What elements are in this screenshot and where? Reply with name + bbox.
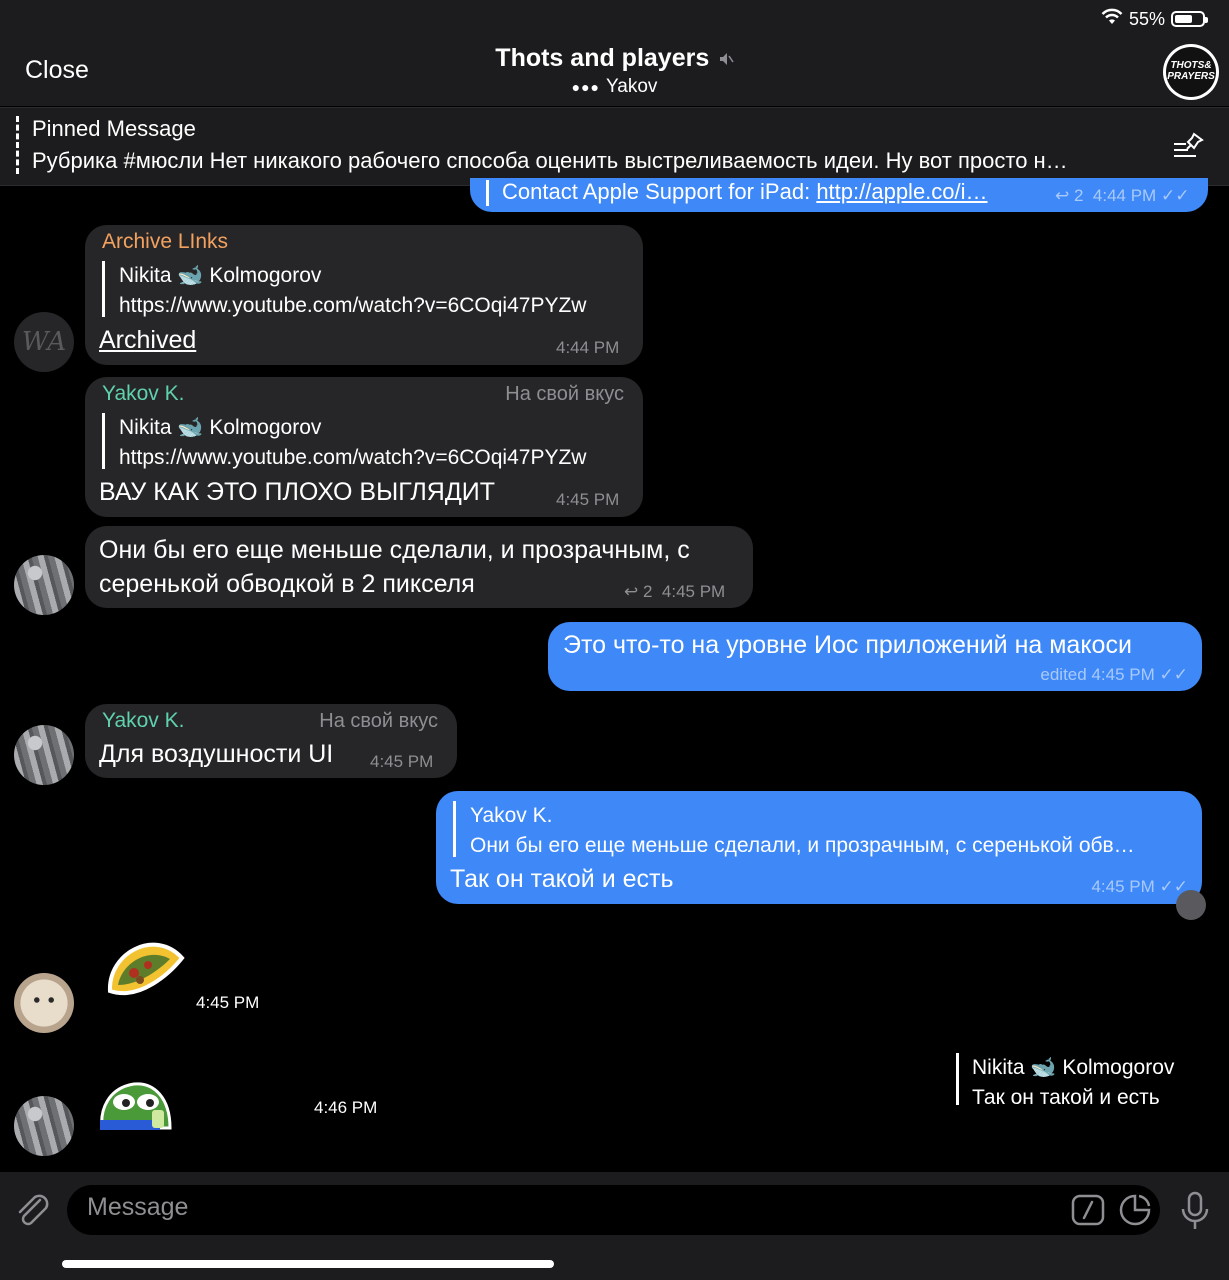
message-time: 4:45 PM [1091,877,1155,896]
scroll-down-icon[interactable] [1176,890,1206,920]
typing-name: Yakov [605,76,658,97]
avatar[interactable] [14,973,74,1033]
pinned-title: Pinned Message [32,116,196,141]
avatar[interactable] [14,555,74,615]
message-bubble-out[interactable]: Contact Apple Support for iPad: http://a… [470,178,1208,212]
sender-rank: На свой вкус [319,710,438,732]
sticker-icon[interactable] [1117,1193,1153,1232]
message-link[interactable]: Archived [99,323,196,357]
message-bubble-out[interactable]: Это что-то на уровне Иос приложений на м… [548,622,1202,691]
avatar-logo-line-2: PRAYERS [1167,71,1215,82]
read-check-icon: ✓✓ [1159,665,1189,684]
sender-name[interactable]: Yakov K. [102,382,184,406]
message-input[interactable] [67,1185,1160,1235]
wifi-icon [1101,8,1123,31]
read-check-icon: ✓✓ [1160,186,1190,205]
message-bubble-in[interactable]: Archive LInks Nikita 🐋 Kolmogorov https:… [85,225,643,365]
message-time: 4:45 PM [370,752,434,771]
message-time: 4:45 PM [196,993,260,1012]
pinned-list-icon[interactable] [1172,130,1206,165]
avatar[interactable] [14,725,74,785]
message-text: Contact Apple Support for iPad: http://a… [502,179,988,205]
typing-indicator: ●●● Yakov [0,76,1229,98]
pepe-sticker[interactable] [98,1080,174,1137]
pinned-message-bar[interactable]: Pinned Message Рубрика #мюсли Нет никако… [0,107,1229,186]
group-avatar-logo: THOTS& PRAYERS [1166,47,1216,97]
quote-name: Nikita 🐋 Kolmogorov [119,264,322,287]
message-time: 4:45 PM [1091,665,1155,684]
reply-quote[interactable]: Nikita 🐋 Kolmogorov Так он такой и есть [956,1053,1175,1109]
edited-label: edited [1040,665,1087,684]
message-meta: ↩ 2 4:45 PM [624,582,725,602]
quote-name: Nikita 🐋 Kolmogorov [972,1056,1175,1079]
forwarded-quote[interactable]: Nikita 🐋 Kolmogorov https://www.youtube.… [102,261,586,317]
pinned-text: Рубрика #мюсли Нет никакого рабочего спо… [32,148,1068,173]
message-text: ВАУ КАК ЭТО ПЛОХО ВЫГЛЯДИТ [99,478,496,506]
message-time: 4:44 PM [556,338,620,357]
message-bubble-in[interactable]: Yakov K. На свой вкус Nikita 🐋 Kolmogoro… [85,377,643,517]
quote-text: https://www.youtube.com/watch?v=6COqi47P… [119,294,587,317]
message-time: 4:44 PM [1092,186,1157,205]
message-placeholder[interactable]: Message [87,1193,188,1222]
quote-text: Так он такой и есть [972,1086,1160,1109]
sender-rank: На свой вкус [505,383,624,405]
quote-name: Yakov K. [470,804,553,827]
reply-count-icon[interactable]: ↩ [1055,186,1069,205]
quote-text: https://www.youtube.com/watch?v=6COqi47P… [119,446,587,469]
muted-icon [718,51,734,72]
message-text: Так он такой и есть [450,865,674,893]
sender-name[interactable]: Yakov K. [102,709,184,733]
message-time: 4:46 PM [314,1098,378,1117]
chat-title[interactable]: Thots and players [495,44,709,72]
home-indicator [62,1260,554,1268]
bot-commands-icon[interactable] [1071,1194,1105,1231]
message-time: 4:45 PM [661,582,726,601]
quote-text: Они бы его еще меньше сделали, и прозрач… [470,834,1135,857]
taco-sticker[interactable] [100,933,188,1018]
reply-count-icon[interactable]: ↩ [624,582,638,601]
typing-dots-icon: ●●● [571,78,600,95]
battery-percent: 55% [1128,8,1165,29]
attach-icon[interactable] [14,1190,52,1235]
message-text-line-1: Они бы его еще меньше сделали, и прозрач… [99,536,690,564]
message-meta: 4:45 PM ✓✓ [1091,877,1188,897]
avatar-logo-line-1: THOTS& [1170,60,1212,71]
reply-count[interactable]: 2 [643,582,652,601]
message-bubble-in[interactable]: Yakov K. На свой вкус Для воздушности UI… [85,704,457,778]
group-avatar[interactable]: THOTS& PRAYERS [1163,44,1219,100]
message-time: 4:45 PM [556,490,620,509]
message-text: Для воздушности UI [99,740,334,768]
message-meta: edited 4:45 PM ✓✓ [1040,665,1188,685]
chat-title-row[interactable]: Thots and players [0,44,1229,73]
message-bubble-in[interactable]: Они бы его еще меньше сделали, и прозрач… [85,526,753,608]
status-bar: 55% [1101,8,1208,31]
microphone-icon[interactable] [1179,1190,1211,1237]
quote-name: Nikita 🐋 Kolmogorov [119,416,322,439]
avatar[interactable] [14,1096,74,1156]
message-bubble-out[interactable]: Yakov K. Они бы его еще меньше сделали, … [436,791,1202,904]
forwarded-quote[interactable]: Nikita 🐋 Kolmogorov https://www.youtube.… [102,413,586,469]
reply-count[interactable]: 2 [1074,186,1083,205]
message-meta: ↩ 2 4:44 PM ✓✓ [1055,186,1189,206]
battery-icon [1171,11,1208,27]
message-link[interactable]: http://apple.co/i… [816,179,987,204]
reply-quote[interactable]: Yakov K. Они бы его еще меньше сделали, … [453,801,1170,857]
message-text: Это что-то на уровне Иос приложений на м… [563,631,1132,659]
message-text-line-2: серенькой обводкой в 2 пикселя [99,570,475,598]
sender-name[interactable]: Archive LInks [102,230,228,254]
avatar[interactable]: WA [14,312,74,372]
pinned-indicator [16,116,19,174]
reply-bar [486,180,489,206]
message-text-part: Contact Apple Support for iPad: [502,179,817,204]
